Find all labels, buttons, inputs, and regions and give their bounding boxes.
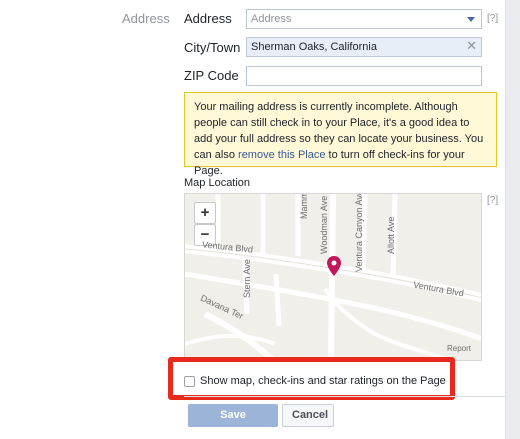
address-label: Address (184, 11, 232, 26)
map-report-link[interactable]: Report (447, 344, 471, 353)
city-label: City/Town (184, 40, 241, 55)
street-mammoth: Mammo (299, 193, 309, 219)
remove-place-link[interactable]: remove this Place (238, 149, 325, 161)
map-streets (185, 194, 481, 360)
city-field[interactable]: Sherman Oaks, California ✕ (246, 37, 482, 57)
close-icon[interactable]: ✕ (466, 39, 477, 53)
city-value: Sherman Oaks, California (251, 41, 377, 53)
scroll-edge (505, 0, 520, 439)
chevron-down-icon[interactable] (467, 17, 475, 22)
map-help-link[interactable]: [?] (487, 195, 498, 206)
street-woodman-ave: Woodman Ave (319, 195, 329, 254)
address-placeholder: Address (251, 13, 292, 25)
zip-label: ZIP Code (184, 68, 239, 83)
zip-field[interactable] (246, 66, 482, 86)
highlight-annotation (168, 357, 455, 400)
zoom-in-button[interactable]: + (194, 202, 216, 224)
address-dropdown[interactable]: Address (246, 9, 482, 29)
street-ventura-canyon-ave: Ventura Canyon Ave (354, 193, 364, 272)
street-stern-ave: Stern Ave (242, 259, 252, 298)
divider (184, 396, 505, 397)
cancel-button[interactable]: Cancel (282, 404, 334, 427)
street-allott-ave: Allott Ave (386, 216, 396, 254)
address-help-link[interactable]: [?] (487, 13, 498, 24)
section-label-address: Address (122, 11, 170, 26)
save-changes-button[interactable]: Save Changes (188, 404, 278, 439)
incomplete-address-notice: Your mailing address is currently incomp… (184, 92, 497, 177)
location-pin-icon[interactable] (327, 256, 341, 276)
map-location-label: Map Location (184, 177, 251, 189)
map-location[interactable]: + − Ventura Blvd Ventura Blvd Mammo Wood… (184, 193, 482, 361)
